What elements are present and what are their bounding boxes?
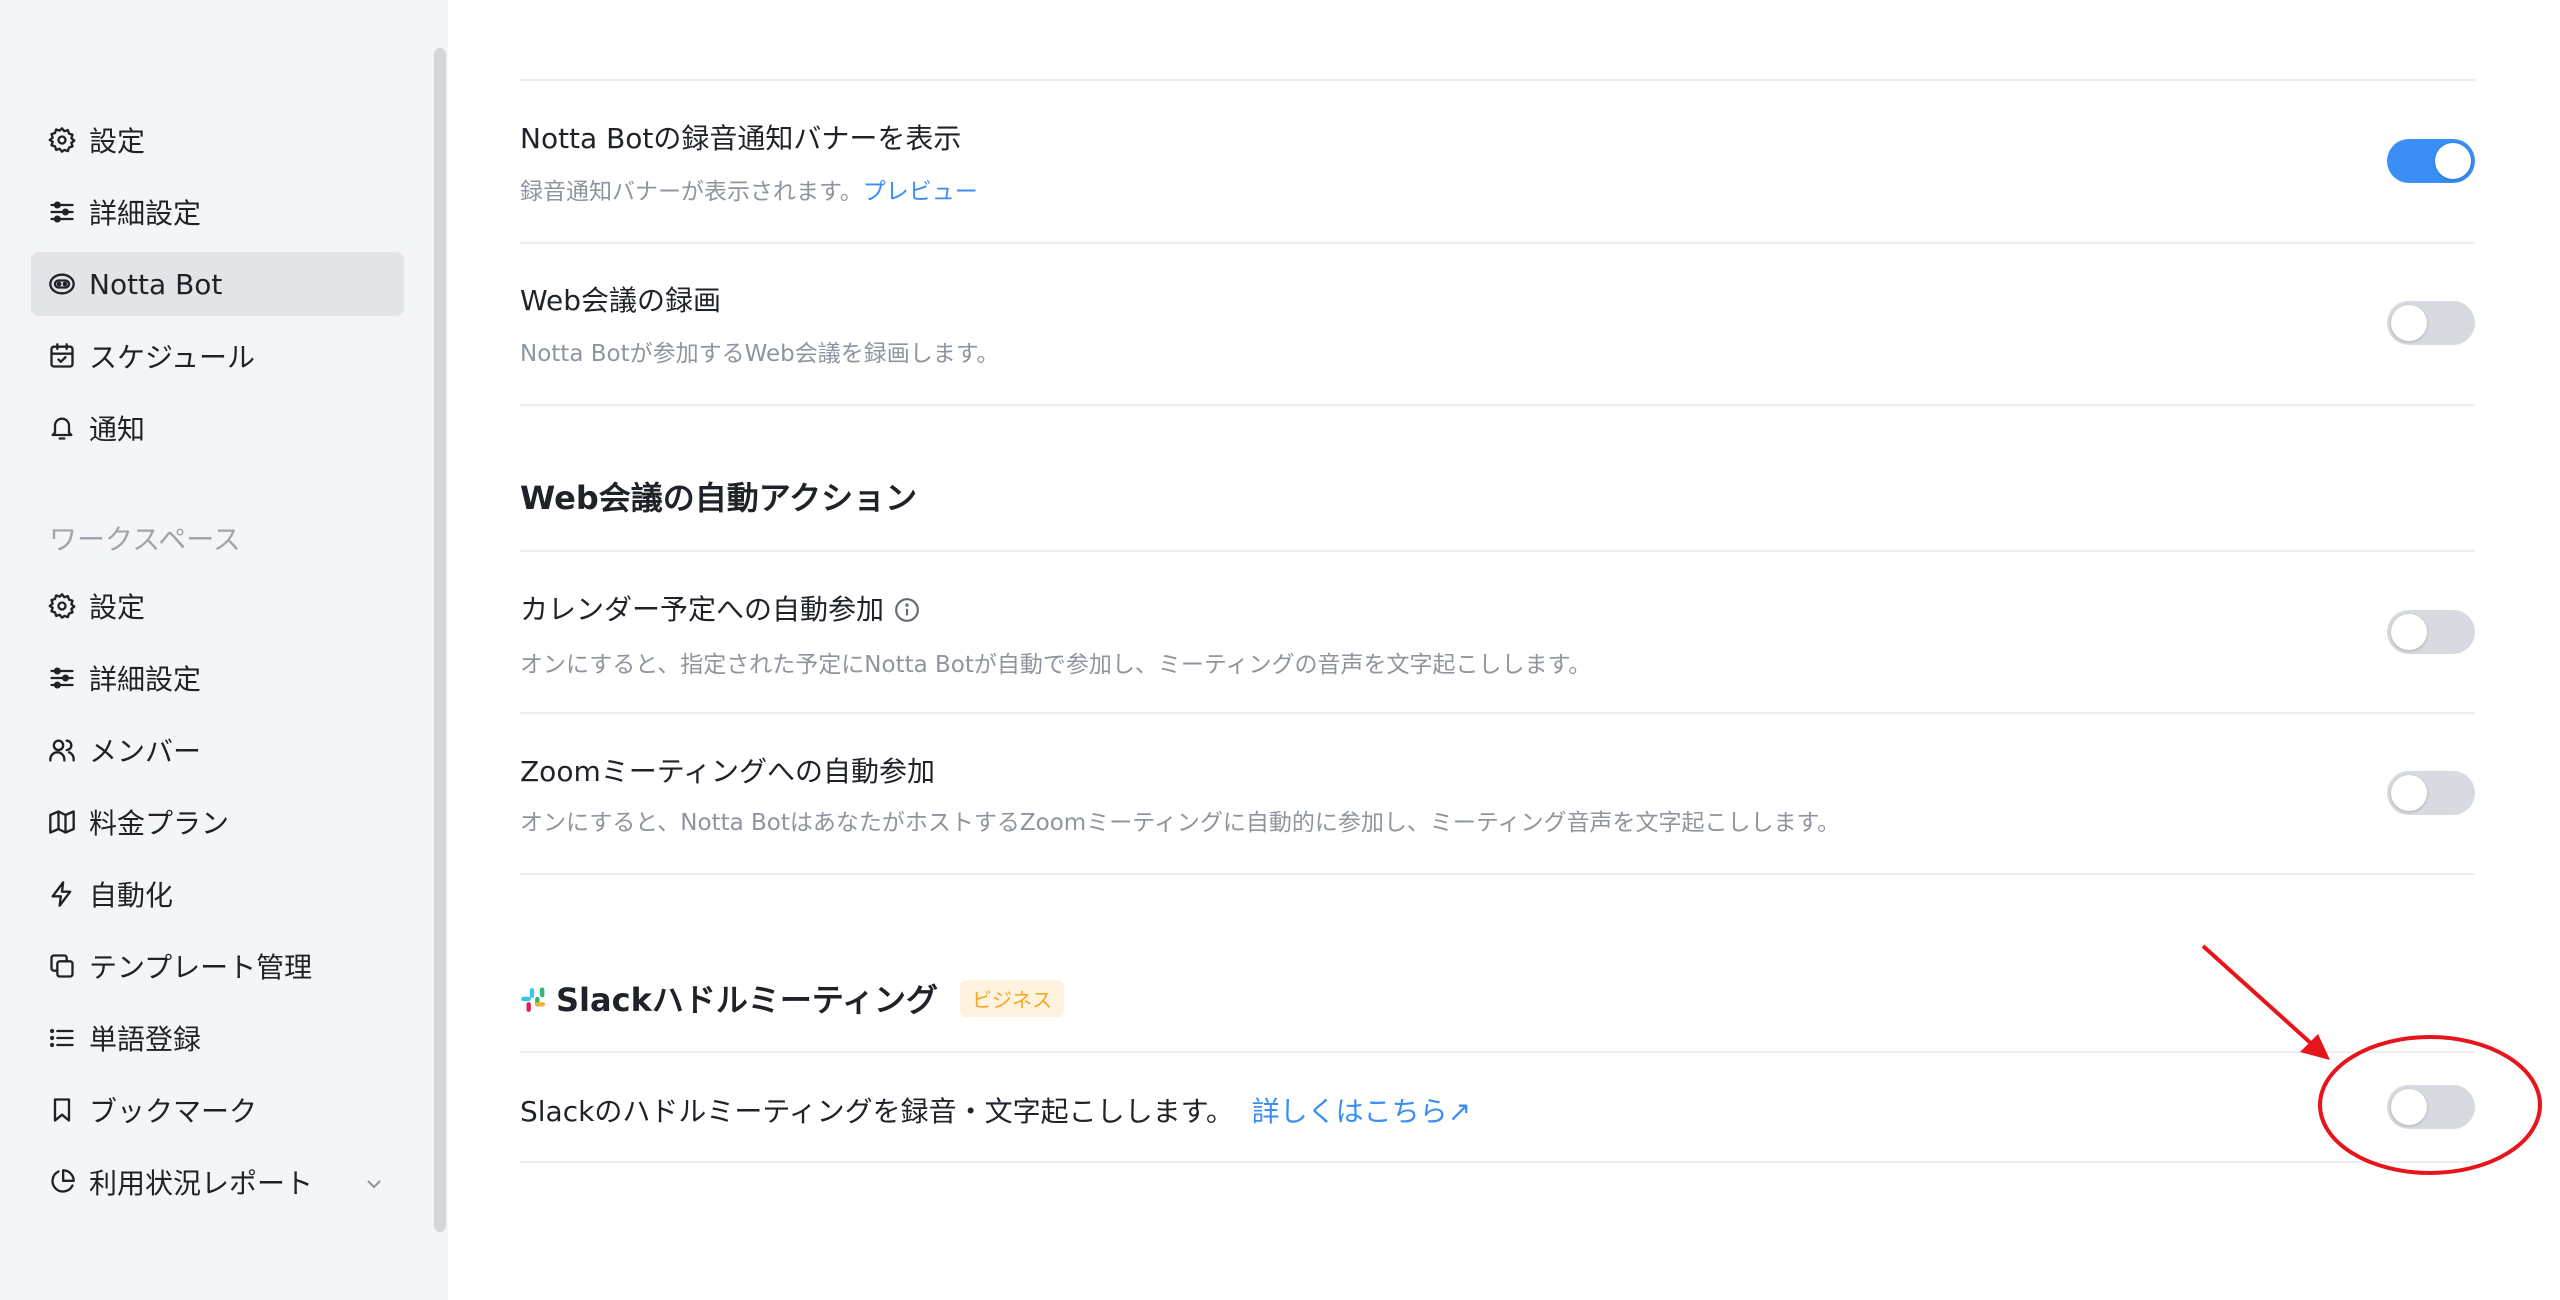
sidebar-item-notta-bot[interactable]: Notta Bot bbox=[31, 252, 404, 316]
banner-setting-title: Notta Botの録音通知バナーを表示 bbox=[520, 122, 962, 155]
calendar-join-title: カレンダー予定への自動参加 bbox=[520, 588, 920, 628]
sidebar-item-advanced-settings[interactable]: 詳細設定 bbox=[31, 180, 404, 244]
calendar-join-toggle[interactable] bbox=[2387, 610, 2475, 654]
slack-huddle-desc-text: Slackのハドルミーティングを録音・文字起こしします。 bbox=[520, 1095, 1234, 1128]
sidebar-item-workspace-settings[interactable]: 設定 bbox=[31, 574, 404, 638]
toggle-knob bbox=[2391, 614, 2427, 650]
slack-section-title: Slackハドルミーティング ビジネス bbox=[520, 975, 1064, 1021]
sidebar-item-bookmarks[interactable]: ブックマーク bbox=[31, 1078, 404, 1142]
slack-logo-icon bbox=[520, 983, 546, 1012]
video-recording-desc: Notta Botが参加するWeb会議を録画します。 bbox=[520, 341, 1000, 367]
toggle-knob bbox=[2435, 143, 2471, 179]
toggle-knob bbox=[2391, 775, 2427, 811]
copy-icon bbox=[47, 951, 77, 981]
sidebar-scrollbar[interactable] bbox=[434, 48, 446, 1232]
divider bbox=[520, 79, 2475, 81]
preview-link[interactable]: プレビュー bbox=[863, 179, 978, 205]
sidebar-item-workspace-advanced-settings[interactable]: 詳細設定 bbox=[31, 646, 404, 710]
sidebar-item-label: Notta Bot bbox=[89, 267, 223, 301]
divider bbox=[520, 1051, 2475, 1053]
pie-chart-icon bbox=[47, 1167, 77, 1197]
slack-section-title-text: Slackハドルミーティング bbox=[556, 981, 938, 1019]
sidebar-item-label: スケジュール bbox=[89, 341, 256, 374]
learn-more-link[interactable]: 詳しくはこちら↗ bbox=[1252, 1095, 1471, 1128]
sidebar-item-template-management[interactable]: テンプレート管理 bbox=[31, 934, 404, 998]
divider bbox=[520, 242, 2475, 244]
sidebar-item-usage-report[interactable]: 利用状況レポート bbox=[31, 1150, 404, 1214]
users-icon bbox=[47, 735, 77, 765]
bell-icon bbox=[47, 413, 77, 443]
sidebar-item-automation[interactable]: 自動化 bbox=[31, 862, 404, 926]
sidebar-item-label: 単語登録 bbox=[89, 1023, 202, 1056]
zoom-join-title: Zoomミーティングへの自動参加 bbox=[520, 755, 936, 788]
list-icon bbox=[47, 1023, 77, 1053]
sidebar-item-settings[interactable]: 設定 bbox=[31, 108, 404, 172]
bot-icon bbox=[47, 269, 77, 299]
divider bbox=[520, 404, 2475, 406]
banner-setting-desc-text: 録音通知バナーが表示されます。 bbox=[520, 179, 863, 205]
sidebar-item-pricing-plan[interactable]: 料金プラン bbox=[31, 790, 404, 854]
sidebar-item-label: メンバー bbox=[89, 735, 202, 768]
sidebar-item-members[interactable]: メンバー bbox=[31, 718, 404, 782]
gear-icon bbox=[47, 591, 77, 621]
chevron-down-icon[interactable] bbox=[362, 1170, 386, 1194]
business-badge: ビジネス bbox=[959, 980, 1064, 1017]
workspace-section-label: ワークスペース bbox=[49, 523, 241, 556]
sidebar-item-label: 利用状況レポート bbox=[89, 1167, 314, 1200]
sidebar-item-label: 詳細設定 bbox=[89, 197, 202, 230]
toggle-knob bbox=[2391, 1089, 2427, 1125]
calendar-join-desc: オンにすると、指定された予定にNotta Botが自動で参加し、ミーティングの音… bbox=[520, 652, 1592, 678]
sidebar-item-notifications[interactable]: 通知 bbox=[31, 396, 404, 460]
auto-actions-section-title: Web会議の自動アクション bbox=[520, 479, 918, 517]
zoom-join-desc: オンにすると、Notta BotはあなたがホストするZoomミーティングに自動的… bbox=[520, 810, 1841, 836]
info-icon[interactable] bbox=[894, 597, 920, 623]
sidebar-item-vocabulary[interactable]: 単語登録 bbox=[31, 1006, 404, 1070]
banner-setting-toggle[interactable] bbox=[2387, 139, 2475, 183]
sidebar-item-schedule[interactable]: スケジュール bbox=[31, 324, 404, 388]
slack-huddle-desc: Slackのハドルミーティングを録音・文字起こしします。 詳しくはこちら↗ bbox=[520, 1090, 1471, 1130]
sidebar-item-label: 料金プラン bbox=[89, 807, 230, 840]
divider bbox=[520, 873, 2475, 875]
zoom-join-toggle[interactable] bbox=[2387, 771, 2475, 815]
sidebar-item-label: 設定 bbox=[89, 125, 146, 158]
sliders-icon bbox=[47, 663, 77, 693]
main-content: Notta Botの録音通知バナーを表示 録音通知バナーが表示されます。プレビュ… bbox=[520, 0, 2475, 1300]
sidebar-item-label: 通知 bbox=[89, 413, 146, 446]
calendar-join-title-text: カレンダー予定への自動参加 bbox=[520, 593, 885, 626]
calendar-icon bbox=[47, 341, 77, 371]
sliders-icon bbox=[47, 197, 77, 227]
gear-icon bbox=[47, 125, 77, 155]
lightning-icon bbox=[47, 879, 77, 909]
map-icon bbox=[47, 807, 77, 837]
video-recording-title: Web会議の録画 bbox=[520, 284, 722, 317]
sidebar-item-label: ブックマーク bbox=[89, 1095, 258, 1128]
sidebar-item-label: 自動化 bbox=[89, 879, 174, 912]
slack-huddle-toggle[interactable] bbox=[2387, 1085, 2475, 1129]
divider bbox=[520, 1161, 2475, 1163]
divider bbox=[520, 550, 2475, 552]
video-recording-toggle[interactable] bbox=[2387, 301, 2475, 345]
sidebar: 設定 詳細設定 Notta Bot スケジュール 通知 ワークスペース 設定 詳… bbox=[0, 0, 448, 1300]
toggle-knob bbox=[2391, 305, 2427, 341]
sidebar-item-label: テンプレート管理 bbox=[89, 951, 313, 984]
bookmark-icon bbox=[47, 1095, 77, 1125]
banner-setting-desc: 録音通知バナーが表示されます。プレビュー bbox=[520, 172, 978, 206]
sidebar-item-label: 詳細設定 bbox=[89, 663, 202, 696]
sidebar-item-label: 設定 bbox=[89, 591, 146, 624]
divider bbox=[520, 712, 2475, 714]
